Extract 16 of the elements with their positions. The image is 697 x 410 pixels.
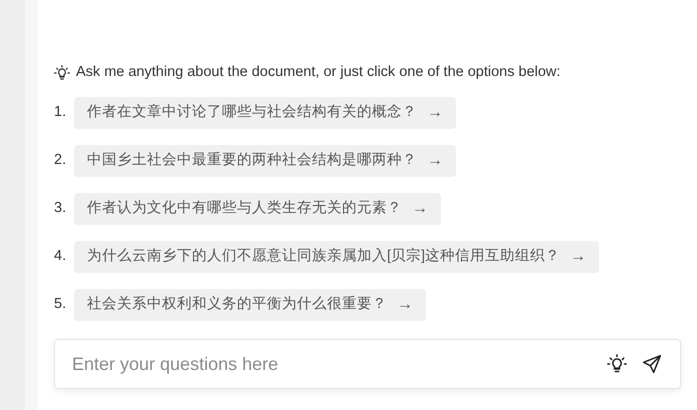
suggestion-button[interactable]: 中国乡土社会中最重要的两种社会结构是哪两种？ → [74, 145, 456, 177]
hint-text: Ask me anything about the document, or just click one of the options below: [76, 63, 560, 82]
suggestion-button[interactable]: 社会关系中权利和义务的平衡为什么很重要？ → [74, 289, 426, 321]
list-number: 4. [54, 247, 68, 266]
question-box[interactable]: Enter your questions here [54, 339, 681, 389]
list-number: 2. [54, 151, 68, 170]
lightbulb-icon [54, 65, 70, 81]
question-field[interactable]: Enter your questions here [72, 350, 607, 378]
send-icon[interactable] [642, 354, 662, 374]
lightbulb-icon[interactable] [607, 354, 627, 374]
list-number: 5. [54, 295, 68, 314]
list-number: 1. [54, 103, 68, 122]
suggestion-button[interactable]: 作者在文章中讨论了哪些与社会结构有关的概念？ → [74, 97, 456, 129]
list-number: 3. [54, 199, 68, 218]
suggestion-button[interactable]: 为什么云南乡下的人们不愿意让同族亲属加入[贝宗]这种信用互助组织？ → [74, 241, 600, 273]
suggestion-button[interactable]: 作者认为文化中有哪些与人类生存无关的元素？ → [74, 193, 441, 225]
